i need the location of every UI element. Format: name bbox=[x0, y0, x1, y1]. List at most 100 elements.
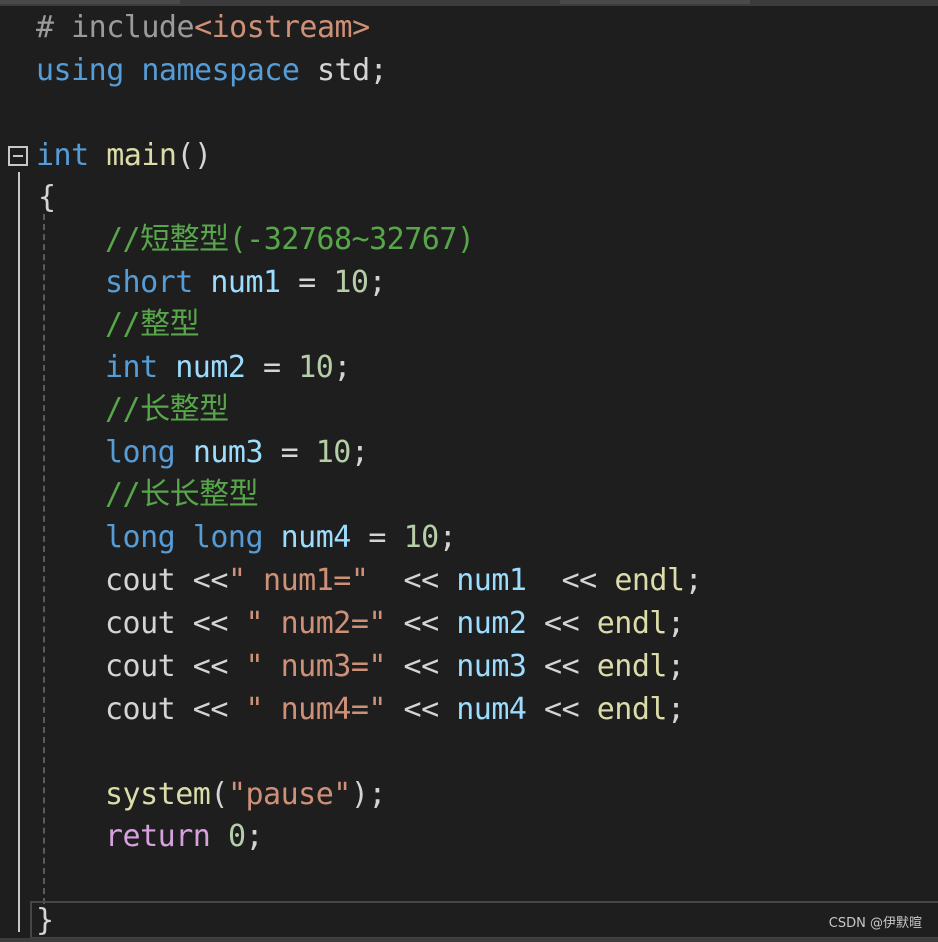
code-line-cout[interactable]: cout << " num2=" << num2 << endl; bbox=[105, 603, 685, 645]
keyword: using bbox=[36, 53, 124, 88]
code-line-main[interactable]: int main() bbox=[36, 135, 212, 177]
indent-guide bbox=[43, 214, 45, 904]
code-line-decl[interactable]: int num2 = 10; bbox=[105, 347, 351, 389]
code-line-open-brace[interactable]: { bbox=[38, 177, 56, 219]
semicolon: ; bbox=[333, 350, 351, 385]
code-line-cout[interactable]: cout <<" num1=" << num1 << endl; bbox=[105, 560, 703, 602]
code-line-comment[interactable]: //长整型 bbox=[105, 389, 229, 431]
punctuation: ); bbox=[350, 777, 387, 812]
code-line-using[interactable]: using namespace std; bbox=[36, 50, 388, 92]
comment: //整型 bbox=[105, 307, 200, 342]
keyword: namespace bbox=[141, 53, 300, 88]
stream-object: cout bbox=[105, 649, 176, 684]
code-line-close-brace[interactable]: } bbox=[36, 900, 54, 942]
code-line-return[interactable]: return 0; bbox=[105, 816, 264, 858]
editor-bottom-border bbox=[0, 938, 938, 942]
operator: = bbox=[263, 435, 316, 470]
number: 10 bbox=[403, 520, 440, 555]
current-line-highlight bbox=[30, 901, 938, 939]
code-line-include[interactable]: # include<iostream> bbox=[36, 7, 370, 49]
variable: num3 bbox=[456, 649, 527, 684]
variable: num4 bbox=[456, 692, 527, 727]
comment: //短整型(-32768~32767) bbox=[105, 222, 475, 257]
code-line-cout[interactable]: cout << " num4=" << num4 << endl; bbox=[105, 689, 685, 731]
code-line-decl[interactable]: long long num4 = 10; bbox=[105, 517, 457, 559]
manipulator: endl bbox=[596, 649, 668, 684]
semicolon: ; bbox=[667, 692, 685, 727]
number: 10 bbox=[298, 350, 334, 385]
punctuation: () bbox=[176, 138, 213, 173]
operator: = bbox=[350, 520, 404, 555]
collapse-minus-icon[interactable] bbox=[8, 146, 28, 166]
code-line-comment[interactable]: //整型 bbox=[105, 304, 200, 346]
variable: num1 bbox=[210, 265, 281, 300]
semicolon: ; bbox=[368, 265, 386, 300]
manipulator: endl bbox=[614, 563, 685, 598]
control-keyword: return bbox=[105, 819, 211, 854]
manipulator: endl bbox=[596, 606, 668, 641]
fold-region-line bbox=[18, 172, 20, 932]
operator: << bbox=[175, 606, 246, 641]
semicolon: ; bbox=[667, 649, 685, 684]
number: 0 bbox=[227, 819, 246, 854]
number: 10 bbox=[315, 435, 352, 470]
variable: num1 bbox=[456, 563, 527, 598]
include-header: <iostream> bbox=[194, 10, 370, 45]
string-literal: "pause" bbox=[227, 777, 351, 812]
code-line-comment[interactable]: //长长整型 bbox=[105, 474, 259, 516]
semicolon: ; bbox=[684, 563, 703, 598]
operator: = bbox=[245, 350, 299, 385]
punctuation: ( bbox=[210, 777, 228, 812]
operator: << bbox=[386, 606, 457, 641]
preprocessor-directive: # include bbox=[36, 10, 195, 45]
semicolon: ; bbox=[245, 819, 264, 854]
operator: << bbox=[386, 649, 457, 684]
operator: << bbox=[526, 692, 597, 727]
keyword: int bbox=[36, 138, 89, 173]
semicolon: ; bbox=[667, 606, 685, 641]
operator: = bbox=[280, 265, 334, 300]
stream-object: cout bbox=[105, 692, 176, 727]
variable: num2 bbox=[175, 350, 246, 385]
semicolon: ; bbox=[350, 435, 369, 470]
string-literal: " num3=" bbox=[245, 649, 387, 684]
semicolon: ; bbox=[438, 520, 457, 555]
manipulator: endl bbox=[596, 692, 668, 727]
type-keyword: long bbox=[105, 435, 176, 470]
editor-top-border bbox=[0, 0, 938, 6]
type-keyword: long bbox=[192, 520, 264, 555]
string-literal: " num2=" bbox=[245, 606, 387, 641]
operator: << bbox=[175, 649, 246, 684]
comment: //长长整型 bbox=[105, 477, 259, 512]
operator: << bbox=[175, 563, 229, 598]
operator: << bbox=[526, 606, 597, 641]
code-editor[interactable]: # include<iostream> using namespace std;… bbox=[0, 0, 938, 942]
variable: num3 bbox=[192, 435, 264, 470]
string-literal: " num1=" bbox=[227, 563, 369, 598]
number: 10 bbox=[333, 265, 369, 300]
code-line-cout[interactable]: cout << " num3=" << num3 << endl; bbox=[105, 646, 685, 688]
close-brace: } bbox=[36, 903, 54, 938]
string-literal: " num4=" bbox=[245, 692, 387, 727]
code-line-comment[interactable]: //短整型(-32768~32767) bbox=[105, 219, 475, 261]
operator: << bbox=[368, 563, 457, 598]
type-keyword: short bbox=[105, 265, 193, 300]
operator: << bbox=[386, 692, 457, 727]
function-name: main bbox=[106, 138, 177, 173]
code-line-decl[interactable]: long num3 = 10; bbox=[105, 432, 369, 474]
code-line-system[interactable]: system("pause"); bbox=[105, 774, 387, 816]
code-line-decl[interactable]: short num1 = 10; bbox=[105, 262, 386, 304]
operator: << bbox=[526, 649, 597, 684]
stream-object: cout bbox=[105, 606, 176, 641]
open-brace: { bbox=[38, 180, 56, 215]
variable: num2 bbox=[456, 606, 527, 641]
stream-object: cout bbox=[105, 563, 176, 598]
operator: << bbox=[175, 692, 246, 727]
